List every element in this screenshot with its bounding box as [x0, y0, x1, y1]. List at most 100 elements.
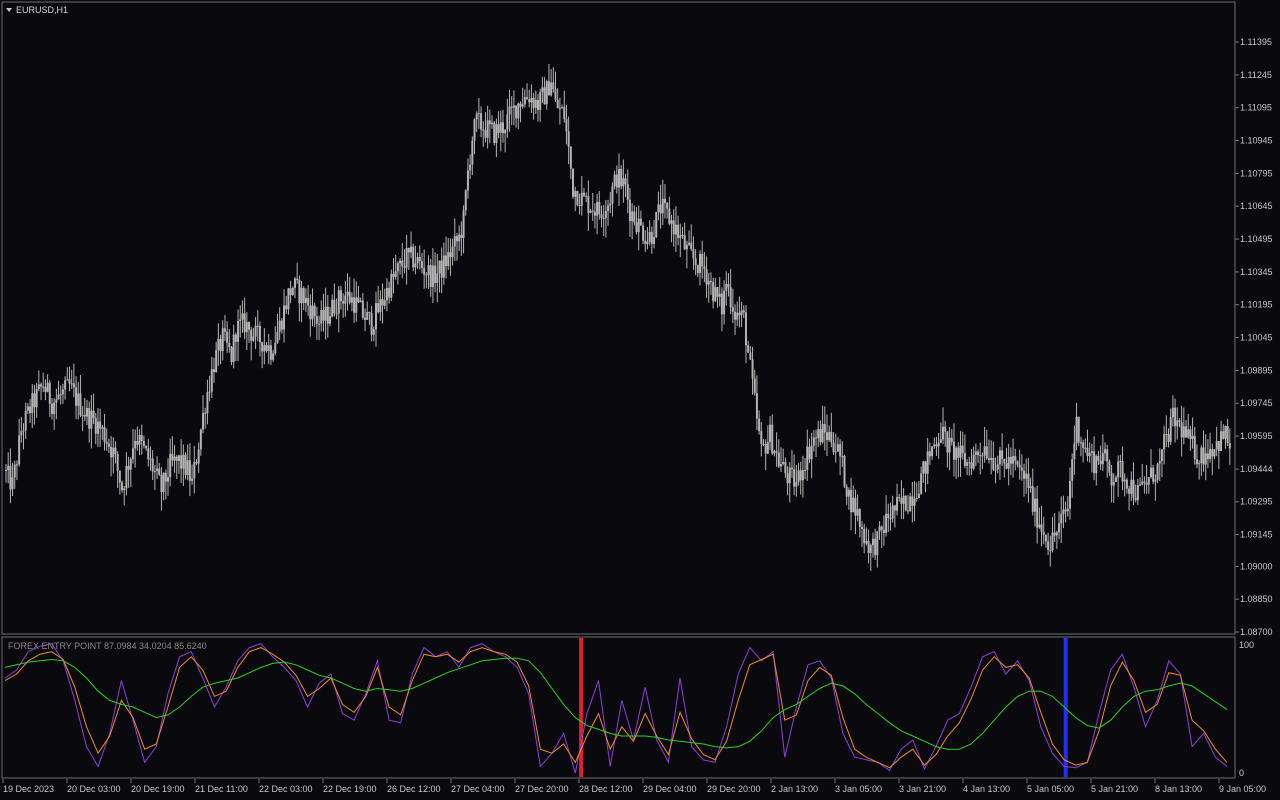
candle-body	[416, 257, 419, 264]
candle-body	[37, 384, 40, 389]
candle-body	[760, 431, 763, 444]
candle-body	[309, 305, 312, 320]
candle-body	[248, 322, 251, 330]
candle-body	[20, 431, 23, 436]
candle-body	[180, 455, 183, 469]
candle-body	[666, 202, 669, 209]
candle-body	[974, 451, 977, 455]
candle-body	[1106, 449, 1109, 462]
candle-body	[1202, 447, 1205, 465]
candle-body	[931, 446, 934, 457]
candle-body	[1200, 447, 1203, 464]
candle-body	[101, 427, 104, 429]
candle-body	[817, 429, 820, 439]
candle-body	[379, 299, 382, 313]
candle-body	[239, 319, 242, 321]
candle-body	[182, 454, 185, 469]
indicator-title: FOREX ENTRY POINT 87.0984 34.0204 85.624…	[8, 641, 207, 651]
candle-body	[788, 467, 791, 484]
candle-body	[558, 107, 561, 109]
price-tick-label: 1.11245	[1240, 70, 1272, 80]
candle-body	[963, 453, 966, 466]
candle-body	[917, 493, 920, 498]
candle-body	[1143, 481, 1146, 483]
candle-body	[972, 454, 975, 469]
candle-body	[1082, 442, 1085, 448]
candle-body	[92, 410, 95, 419]
candle-body	[1044, 534, 1047, 542]
candle-body	[924, 461, 927, 474]
candle-body	[685, 244, 688, 250]
candle-body	[110, 446, 113, 458]
candle-body	[18, 435, 21, 465]
candle-body	[1130, 479, 1133, 494]
candle-body	[313, 305, 316, 317]
candle-body	[116, 454, 119, 471]
candle-body	[541, 87, 544, 92]
indicator-axis-max: 100	[1239, 640, 1254, 650]
candle-body	[674, 224, 677, 235]
candle-body	[942, 426, 945, 440]
candle-body	[1160, 449, 1163, 461]
candle-body	[1029, 486, 1032, 488]
candle-body	[1071, 459, 1074, 481]
candle-body	[913, 498, 916, 506]
symbol-header[interactable]: EURUSD,H1	[6, 5, 68, 15]
candle-body	[423, 267, 426, 275]
candle-body	[690, 242, 693, 250]
candle-body	[871, 538, 874, 546]
candle-body	[466, 170, 469, 191]
candle-body	[618, 168, 620, 188]
candle-body	[499, 122, 502, 133]
candle-body	[407, 247, 410, 253]
candle-body	[780, 464, 783, 467]
candle-body	[806, 446, 809, 470]
candle-body	[793, 469, 796, 487]
candle-body	[920, 473, 923, 494]
candle-body	[751, 359, 754, 379]
candle-body	[329, 316, 332, 324]
candle-body	[694, 258, 697, 266]
candle-body	[1132, 479, 1135, 498]
candle-body	[655, 212, 658, 238]
candle-body	[193, 462, 196, 479]
candle-body	[1189, 429, 1192, 439]
candle-body	[659, 204, 662, 214]
candle-body	[1084, 447, 1087, 449]
candle-body	[1178, 420, 1181, 423]
candle-body	[749, 352, 752, 360]
candle-body	[620, 168, 623, 187]
candle-body	[90, 410, 93, 429]
candle-body	[59, 394, 62, 396]
candle-body	[219, 338, 222, 352]
candle-body	[1108, 461, 1111, 473]
candle-body	[633, 211, 636, 223]
time-tick-label: 27 Dec 04:00	[451, 784, 505, 794]
candle-body	[267, 345, 270, 351]
candle-body	[302, 288, 305, 303]
candle-body	[512, 105, 515, 108]
candle-body	[506, 114, 509, 130]
candle-body	[482, 129, 485, 131]
candle-body	[1119, 461, 1122, 463]
candle-body	[374, 303, 377, 330]
candle-body	[990, 457, 993, 460]
candle-body	[333, 299, 336, 314]
candle-body	[677, 224, 680, 238]
time-tick-label: 4 Jan 13:00	[963, 784, 1010, 794]
candle-body	[1128, 488, 1131, 494]
candle-body	[436, 273, 439, 284]
candle-body	[574, 191, 577, 197]
candle-body	[1204, 453, 1207, 465]
candle-body	[528, 99, 531, 103]
candle-body	[563, 107, 566, 120]
candle-body	[1158, 460, 1161, 464]
candle-body	[405, 247, 408, 268]
candle-body	[480, 113, 483, 130]
candle-body	[600, 214, 603, 219]
time-tick-label: 8 Jan 13:00	[1155, 784, 1202, 794]
time-tick-label: 2 Jan 13:00	[771, 784, 818, 794]
candle-body	[1171, 407, 1174, 418]
candle-body	[1090, 451, 1093, 453]
candle-body	[1095, 455, 1098, 474]
